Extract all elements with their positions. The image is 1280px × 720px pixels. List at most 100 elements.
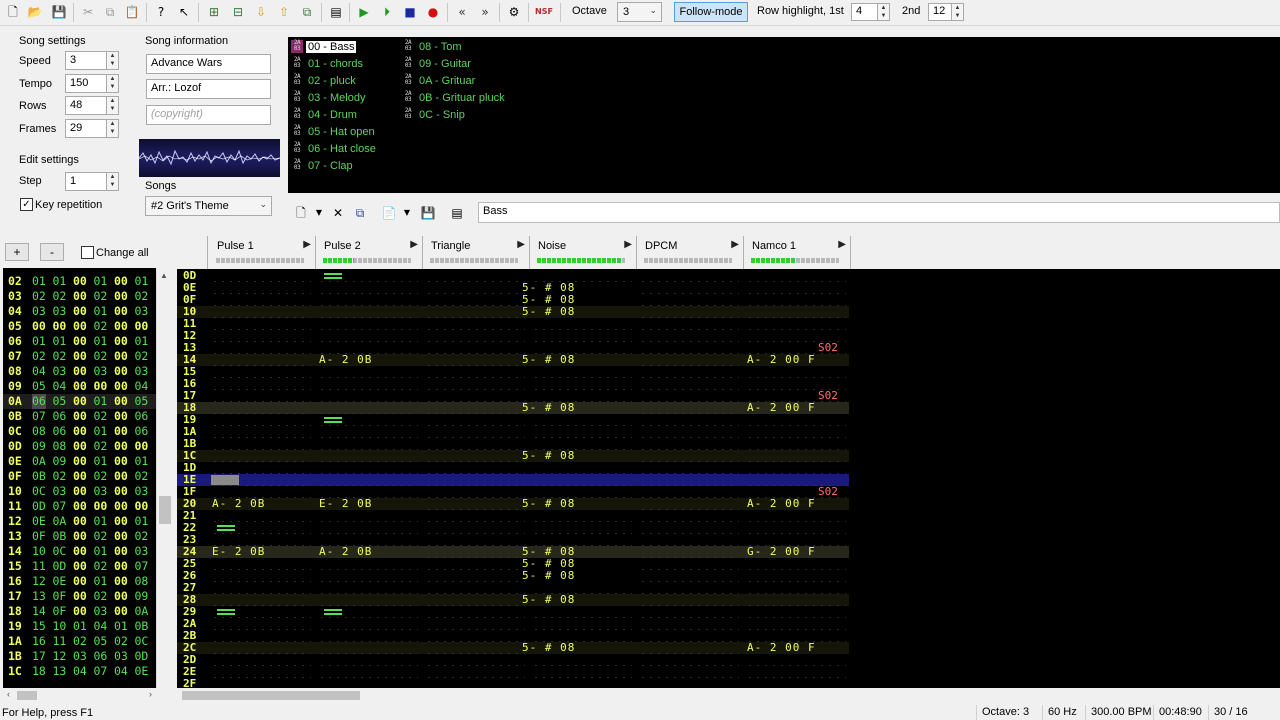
expand-effects-icon[interactable]: ▶ (731, 239, 739, 250)
frame-pattern-cell[interactable]: 00 (94, 379, 108, 394)
frame-pattern-cell[interactable]: 00 (73, 319, 87, 334)
artist-input[interactable]: Arr.: Lozof (146, 79, 271, 99)
frame-pattern-cell[interactable]: 00 (114, 559, 128, 574)
frame-pattern-cell[interactable]: 00 (73, 439, 87, 454)
row-highlight-1st-spinner[interactable]: ▲ ▼ (877, 3, 890, 21)
frame-pattern-cell[interactable]: 02 (94, 559, 108, 574)
frame-pattern-cell[interactable]: 00 (73, 409, 87, 424)
channel-header-namco-1[interactable]: Namco 1 ▶ (744, 236, 851, 269)
octave-select[interactable]: 3 ⌄ (617, 2, 662, 22)
frame-row[interactable]: 0B 07 06 00 02 00 06 (3, 409, 156, 424)
frame-pattern-cell[interactable]: 04 (94, 619, 108, 634)
pattern-row[interactable]: 1E (177, 474, 849, 486)
frame-pattern-cell[interactable]: 08 (135, 574, 149, 589)
frame-row[interactable]: 1B 17 12 03 06 03 0D (3, 649, 156, 664)
frame-pattern-cell[interactable]: 00 (114, 379, 128, 394)
pattern-row[interactable]: 11 (177, 318, 849, 330)
frame-pattern-cell[interactable]: 04 (32, 364, 46, 379)
note-release-marker[interactable] (324, 417, 342, 423)
frame-pattern-cell[interactable]: 02 (53, 469, 67, 484)
remove-frame-icon[interactable]: ⊟ (229, 3, 247, 21)
frame-pattern-cell[interactable]: 00 (135, 499, 149, 514)
frame-pattern-cell[interactable]: 00 (73, 379, 87, 394)
frame-pattern-cell[interactable]: 00 (114, 424, 128, 439)
frame-pattern-cell[interactable]: 04 (135, 379, 149, 394)
pattern-row[interactable]: 14 A- 2 0B 5- # 08 A- 2 00 F (177, 354, 849, 366)
note-cell[interactable]: G- 2 00 F (747, 546, 816, 558)
save-instrument-icon[interactable]: 💾 (419, 204, 437, 222)
pattern-row[interactable]: 2E (177, 666, 849, 678)
frame-pattern-cell[interactable]: 07 (94, 664, 108, 679)
frame-pattern-cell[interactable]: 01 (135, 454, 149, 469)
expand-effects-icon[interactable]: ▶ (838, 239, 846, 250)
frame-pattern-cell[interactable]: 00 (114, 499, 128, 514)
effect-cell[interactable]: S02 (818, 486, 838, 498)
play-icon[interactable]: ▶ (355, 3, 373, 21)
frame-pattern-cell[interactable]: 0E (53, 574, 67, 589)
chevron-down-icon[interactable]: ▼ (310, 204, 328, 222)
frame-pattern-cell[interactable]: 0D (53, 559, 67, 574)
frame-pattern-cell[interactable]: 01 (94, 424, 108, 439)
frame-editor[interactable]: 02 01 01 00 01 00 01 03 02 02 00 02 00 02 04 03 03 00 01 00… (3, 268, 156, 688)
frame-pattern-cell[interactable]: 01 (94, 394, 108, 409)
frame-pattern-cell[interactable]: 04 (73, 664, 87, 679)
frame-pattern-cell[interactable]: 03 (94, 364, 108, 379)
copyright-input[interactable]: (copyright) (146, 105, 271, 125)
frame-pattern-cell[interactable]: 02 (73, 634, 87, 649)
frame-pattern-cell[interactable]: 05 (94, 634, 108, 649)
save-icon[interactable]: 💾 (50, 3, 68, 21)
expand-effects-icon[interactable]: ▶ (624, 239, 632, 250)
note-cell[interactable]: E- 2 0B (319, 498, 372, 510)
frame-pattern-cell[interactable]: 00 (73, 559, 87, 574)
frame-pattern-cell[interactable]: 03 (135, 484, 149, 499)
frame-pattern-cell[interactable]: 0C (135, 634, 149, 649)
rows-spinner[interactable]: ▲ ▼ (106, 96, 119, 115)
instrument-list[interactable]: 2A 03 00 - Bass 2A 03 01 - chords 2A 03 02 - … (288, 37, 1280, 193)
pattern-row[interactable]: 29 (177, 606, 849, 618)
channel-header-pulse-1[interactable]: Pulse 1 ▶ (209, 236, 316, 269)
frame-scroll-thumb[interactable] (159, 496, 171, 524)
frame-pattern-cell[interactable]: 02 (32, 289, 46, 304)
key-repetition-checkbox[interactable]: ✓ (20, 198, 33, 211)
frame-pattern-cell[interactable]: 03 (94, 484, 108, 499)
frame-pattern-cell[interactable]: 09 (32, 439, 46, 454)
frame-pattern-cell[interactable]: 0A (32, 454, 46, 469)
frame-pattern-cell[interactable]: 00 (73, 304, 87, 319)
channel-header-dpcm[interactable]: DPCM ▶ (637, 236, 744, 269)
frame-pattern-cell[interactable]: 06 (135, 409, 149, 424)
speed-spinner[interactable]: ▲ ▼ (106, 51, 119, 70)
frame-pattern-cell[interactable]: 01 (94, 274, 108, 289)
frame-pattern-cell[interactable]: 00 (114, 484, 128, 499)
frame-row[interactable]: 06 01 01 00 01 00 01 (3, 334, 156, 349)
frame-pattern-cell[interactable]: 00 (135, 439, 149, 454)
pattern-row[interactable]: 18 5- # 08 A- 2 00 F (177, 402, 849, 414)
frame-pattern-cell[interactable]: 02 (94, 439, 108, 454)
frame-pattern-cell[interactable]: 08 (53, 439, 67, 454)
step-input[interactable]: 1 (65, 172, 107, 191)
chevron-down-icon[interactable]: ▼ (398, 204, 416, 222)
frame-pattern-cell[interactable]: 01 (73, 619, 87, 634)
frame-pattern-cell[interactable]: 13 (32, 589, 46, 604)
frame-pattern-cell[interactable]: 04 (114, 664, 128, 679)
copy-icon[interactable]: ⧉ (101, 3, 119, 21)
frame-pattern-cell[interactable]: 04 (53, 379, 67, 394)
pattern-hscrollbar[interactable] (177, 688, 1280, 703)
frame-pattern-cell[interactable]: 01 (53, 334, 67, 349)
frame-pattern-cell[interactable]: 03 (114, 649, 128, 664)
instrument-item[interactable]: 2A 03 07 - Clap (291, 157, 355, 174)
frame-pattern-cell[interactable]: 00 (114, 349, 128, 364)
note-cell[interactable]: 5- # 08 (522, 450, 575, 462)
frame-pattern-cell[interactable]: 12 (32, 574, 46, 589)
instrument-item[interactable]: 2A 03 08 - Tom (402, 38, 464, 55)
frame-row[interactable]: 05 00 00 00 02 00 00 (3, 319, 156, 334)
remove-instrument-icon[interactable]: ✕ (329, 204, 347, 222)
frame-pattern-cell[interactable]: 03 (73, 649, 87, 664)
pattern-hscroll-thumb[interactable] (182, 691, 360, 700)
frame-pattern-cell[interactable]: 05 (135, 394, 149, 409)
pattern-row[interactable]: 20 A- 2 0B E- 2 0B 5- # 08 A- 2 00 F (177, 498, 849, 510)
frames-spinner[interactable]: ▲ ▼ (106, 119, 119, 138)
frame-row[interactable]: 08 04 03 00 03 00 03 (3, 364, 156, 379)
effect-cell[interactable]: S02 (818, 390, 838, 402)
instrument-item[interactable]: 2A 03 02 - pluck (291, 72, 358, 89)
frame-pattern-cell[interactable]: 12 (53, 649, 67, 664)
